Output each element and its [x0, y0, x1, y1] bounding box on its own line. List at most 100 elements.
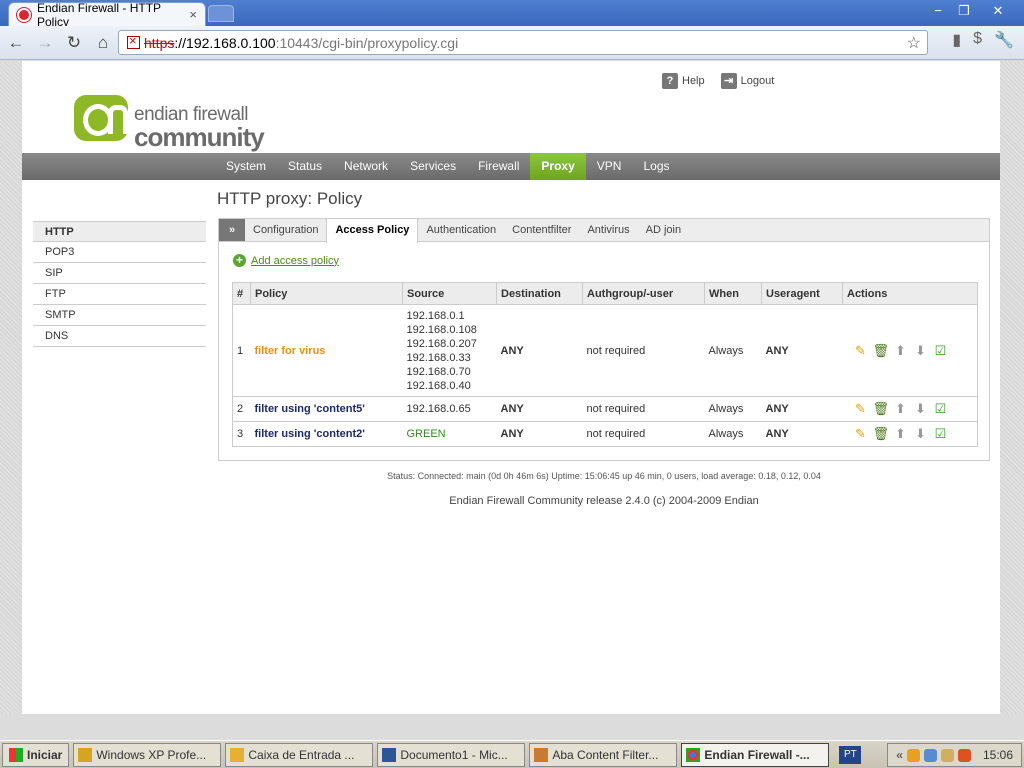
tab-access-policy[interactable]: Access Policy: [326, 219, 419, 243]
row-actions: ✎ 🗑 ⬆ ⬇ ☑: [842, 396, 978, 422]
tray-clock-app-icon[interactable]: [906, 748, 920, 762]
help-link[interactable]: ? Help: [662, 73, 705, 89]
taskbar-item-label: Caixa de Entrada ...: [248, 747, 355, 762]
bookmark-star-icon[interactable]: ☆: [907, 33, 921, 53]
taskbar-item-active[interactable]: Endian Firewall -...: [681, 742, 830, 767]
taskbar-item[interactable]: Caixa de Entrada ...: [225, 742, 374, 767]
row-source: 192.168.0.1 192.168.0.108 192.168.0.207 192…: [402, 304, 497, 397]
back-icon[interactable]: ←: [3, 33, 29, 53]
move-down-icon[interactable]: ⬇: [913, 426, 929, 442]
browser-right-tools: ▮ $ 🔧: [952, 30, 1014, 50]
endian-logo: endian firewall community: [74, 95, 265, 150]
status-line: Status: Connected: main (0d 0h 46m 6s) U…: [387, 471, 821, 481]
row-actions: ✎ 🗑 ⬆ ⬇ ☑: [842, 421, 978, 447]
start-button[interactable]: Iniciar: [2, 742, 70, 767]
table-header-row: # Policy Source Destination Authgroup/-u…: [232, 282, 978, 305]
top-links: ? Help ⇥ Logout: [662, 73, 774, 89]
reload-icon[interactable]: ↻: [61, 33, 87, 53]
move-down-icon[interactable]: ⬇: [913, 401, 929, 417]
col-useragent: Useragent: [761, 282, 843, 305]
move-up-icon[interactable]: ⬆: [893, 401, 909, 417]
taskbar: Iniciar Windows XP Profe... Caixa de Ent…: [0, 740, 1024, 768]
delete-icon[interactable]: 🗑: [873, 343, 890, 359]
sidebar-item-http[interactable]: HTTP: [33, 221, 206, 242]
menu-firewall[interactable]: Firewall: [467, 153, 530, 180]
browser-toolbar: ← → ↻ ⌂ https ://192.168.0.100 :10443/cg…: [0, 26, 1024, 60]
tab-ad-join[interactable]: AD join: [638, 219, 689, 241]
sidebar: HTTP POP3 SIP FTP SMTP DNS: [33, 221, 206, 347]
row-auth: not required: [582, 304, 705, 397]
row-useragent: ANY: [761, 396, 843, 422]
logout-icon: ⇥: [720, 73, 737, 89]
tab-antivirus[interactable]: Antivirus: [579, 219, 637, 241]
browser-tab-active[interactable]: Endian Firewall - HTTP Policy ×: [8, 1, 206, 29]
taskbar-item[interactable]: Documento1 - Mic...: [377, 742, 526, 767]
delete-icon[interactable]: 🗑: [873, 426, 890, 442]
menu-status[interactable]: Status: [277, 153, 333, 180]
tray-network-icon[interactable]: [923, 748, 937, 762]
language-indicator[interactable]: PT: [839, 745, 862, 764]
row-destination: ANY: [496, 304, 583, 397]
extension-bars-icon[interactable]: ▮: [952, 30, 961, 50]
menu-vpn[interactable]: VPN: [586, 153, 633, 180]
forward-icon[interactable]: →: [32, 33, 58, 53]
move-down-icon[interactable]: ⬇: [913, 343, 929, 359]
taskbar-item[interactable]: Aba Content Filter...: [529, 742, 678, 767]
sidebar-item-ftp[interactable]: FTP: [33, 284, 206, 305]
logout-link[interactable]: ⇥ Logout: [720, 73, 775, 89]
col-when: When: [704, 282, 762, 305]
close-window-button[interactable]: ✕: [978, 2, 1018, 20]
move-up-icon[interactable]: ⬆: [893, 426, 909, 442]
edit-icon[interactable]: ✎: [853, 401, 869, 417]
row-policy-name[interactable]: filter for virus: [250, 304, 403, 397]
tray-expand-icon[interactable]: «: [896, 748, 903, 762]
row-destination: ANY: [496, 421, 583, 447]
menu-services[interactable]: Services: [399, 153, 467, 180]
expand-tabs-icon[interactable]: »: [219, 219, 245, 241]
delete-icon[interactable]: 🗑: [873, 401, 890, 417]
tray-mushroom-icon[interactable]: [940, 748, 954, 762]
menu-system[interactable]: System: [215, 153, 277, 180]
menu-proxy[interactable]: Proxy: [530, 153, 586, 180]
menu-network[interactable]: Network: [333, 153, 399, 180]
logout-label: Logout: [740, 75, 775, 87]
tab-contentfilter[interactable]: Contentfilter: [504, 219, 579, 241]
sidebar-item-smtp[interactable]: SMTP: [33, 305, 206, 326]
menu-logs[interactable]: Logs: [632, 153, 680, 180]
sidebar-item-dns[interactable]: DNS: [33, 326, 206, 347]
address-bar[interactable]: https ://192.168.0.100 :10443/cgi-bin/pr…: [118, 30, 928, 55]
home-icon[interactable]: ⌂: [90, 33, 116, 53]
tab-authentication[interactable]: Authentication: [418, 219, 504, 241]
taskbar-item[interactable]: Windows XP Profe...: [73, 742, 222, 767]
url-path: :10443/cgi-bin/proxypolicy.cgi: [275, 34, 459, 51]
source-entry: 192.168.0.40: [406, 379, 471, 392]
row-policy-name[interactable]: filter using 'content2': [250, 421, 403, 447]
enabled-check-icon[interactable]: ☑: [933, 426, 949, 442]
row-number: 1: [232, 304, 251, 397]
edit-icon[interactable]: ✎: [853, 343, 869, 359]
help-icon: ?: [662, 73, 678, 89]
row-policy-name[interactable]: filter using 'content5': [250, 396, 403, 422]
new-tab-button[interactable]: [208, 5, 234, 22]
tray-firefox-icon[interactable]: [957, 748, 971, 762]
row-destination: ANY: [496, 396, 583, 422]
enabled-check-icon[interactable]: ☑: [933, 343, 949, 359]
source-entry: 192.168.0.1: [406, 309, 465, 322]
minimize-button[interactable]: −: [926, 2, 950, 20]
source-entry: 192.168.0.33: [406, 351, 471, 364]
tab-configuration[interactable]: Configuration: [245, 219, 326, 241]
tab-close-icon[interactable]: ×: [189, 7, 197, 22]
edit-icon[interactable]: ✎: [853, 426, 869, 442]
add-access-policy-link[interactable]: + Add access policy: [233, 254, 339, 267]
enabled-check-icon[interactable]: ☑: [933, 401, 949, 417]
taskbar-item-label: Aba Content Filter...: [552, 747, 659, 762]
add-icon: +: [233, 254, 246, 267]
maximize-button[interactable]: ❐: [952, 2, 976, 20]
extension-dollar-icon[interactable]: $: [973, 30, 982, 50]
move-up-icon[interactable]: ⬆: [893, 343, 909, 359]
row-number: 3: [232, 421, 251, 447]
wrench-icon[interactable]: 🔧: [994, 30, 1014, 50]
page-header: endian firewall community ? Help ⇥ Logou…: [22, 61, 1000, 153]
sidebar-item-pop3[interactable]: POP3: [33, 242, 206, 263]
sidebar-item-sip[interactable]: SIP: [33, 263, 206, 284]
